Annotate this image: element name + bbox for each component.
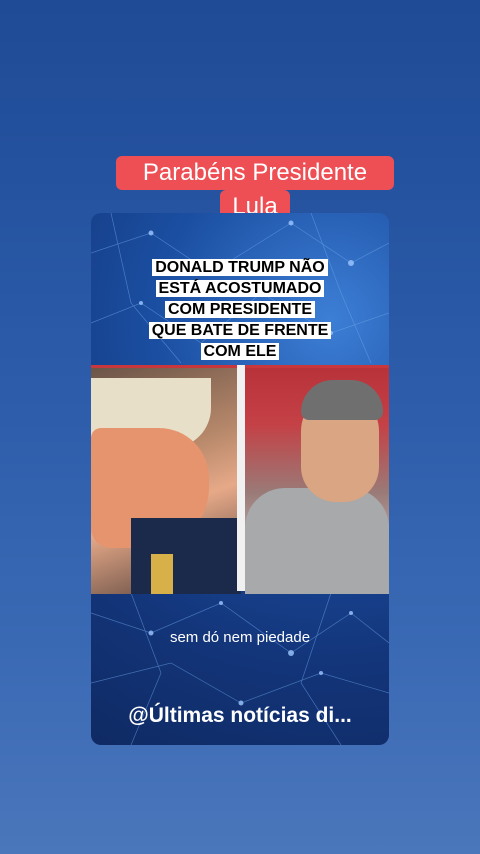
person-photo-left [91,365,241,594]
headline-line: QUE BATE DE FRENTE [148,322,332,339]
headline-line: ESTÁ ACOSTUMADO [155,280,325,297]
video-headline: DONALD TRUMP NÃO ESTÁ ACOSTUMADO COM PRE… [135,257,345,362]
video-caption: sem dó nem piedade [169,629,311,646]
photo-divider [237,365,245,591]
presenter-photo-right [245,365,389,594]
overlay-title-line-1: Parabéns Presidente [116,156,394,190]
headline-line: COM ELE [200,343,280,360]
video-player[interactable]: DONALD TRUMP NÃO ESTÁ ACOSTUMADO COM PRE… [91,213,389,745]
headline-line: COM PRESIDENTE [164,301,315,318]
channel-handle[interactable]: @Últimas notícias di... [91,704,389,728]
headline-line: DONALD TRUMP NÃO [152,259,328,276]
